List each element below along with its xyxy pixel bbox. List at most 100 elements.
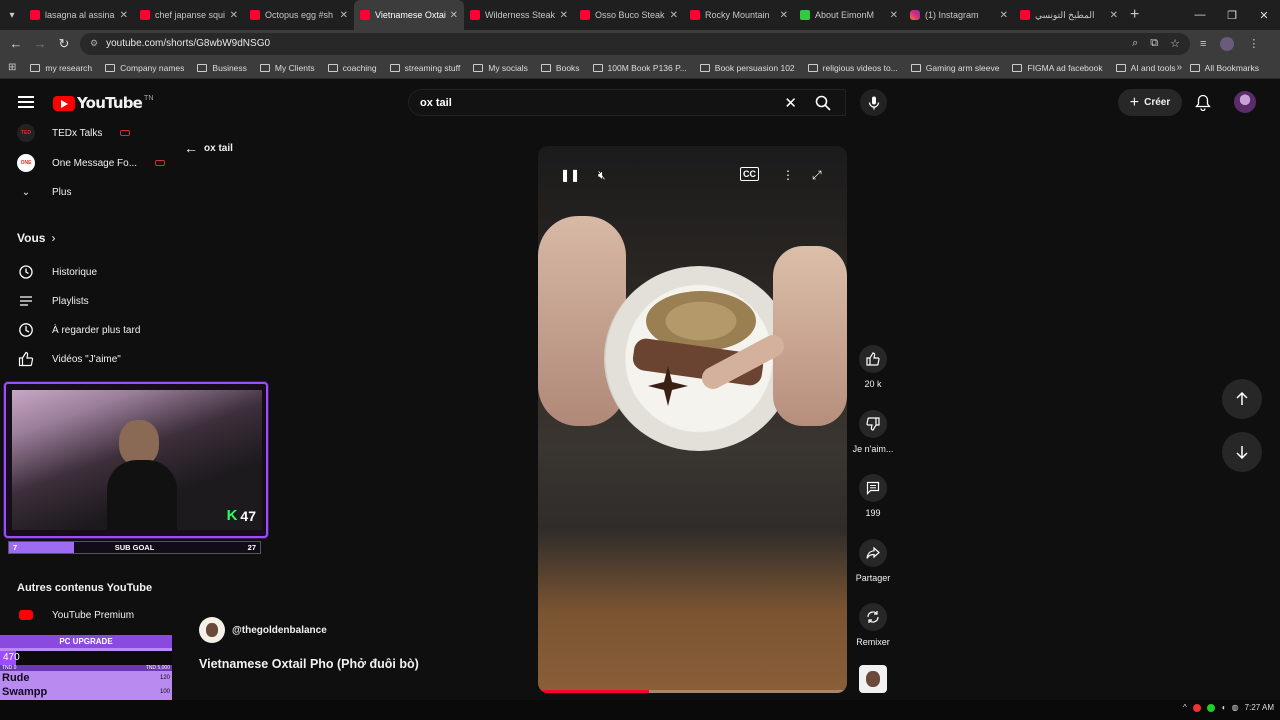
sidebar-you-heading[interactable]: Vous › bbox=[17, 231, 55, 245]
bookmark-folder[interactable]: FIGMA ad facebook bbox=[1012, 63, 1103, 73]
browser-tab[interactable]: lasagna al assina ✕ bbox=[24, 0, 134, 30]
bookmark-folder[interactable]: Gaming arm sleeve bbox=[910, 63, 999, 73]
browser-tab[interactable]: chef japanse squi ✕ bbox=[134, 0, 244, 30]
search-button[interactable] bbox=[808, 89, 838, 116]
browser-tab[interactable]: Vietnamese Oxtai ✕ bbox=[354, 0, 464, 30]
minimize-button[interactable]: — bbox=[1184, 0, 1216, 30]
maximize-button[interactable]: ❐ bbox=[1216, 0, 1248, 30]
omnibox[interactable]: ⚙ youtube.com/shorts/G8wbW9dNSG0 ⌕ ⧉ ☆ bbox=[80, 32, 1190, 55]
dislike-button[interactable]: Je n'aim... bbox=[850, 410, 896, 454]
bookmark-label: My socials bbox=[488, 62, 528, 73]
clear-search-icon[interactable]: ✕ bbox=[784, 94, 797, 112]
menu-kebab-icon[interactable]: ⋮ bbox=[1248, 37, 1259, 50]
fullscreen-icon[interactable]: ⤢ bbox=[812, 168, 822, 183]
new-tab-button[interactable]: + bbox=[1130, 6, 1139, 24]
bookmark-folder[interactable]: 100M Book P136 P... bbox=[592, 63, 687, 73]
browser-tab[interactable]: (1) Instagram ✕ bbox=[904, 0, 1014, 30]
all-bookmarks-folder[interactable]: All Bookmarks bbox=[1189, 63, 1259, 73]
browser-tab[interactable]: Osso Buco Steak ✕ bbox=[574, 0, 684, 30]
bookmark-folder[interactable]: my research bbox=[30, 63, 92, 73]
back-to-search-button[interactable]: ← ox tail bbox=[184, 140, 233, 156]
browser-tab[interactable]: Octopus egg #sh ✕ bbox=[244, 0, 354, 30]
network-icon[interactable]: ◍ bbox=[1232, 703, 1239, 712]
back-button[interactable]: ← bbox=[4, 36, 28, 51]
muted-volume-icon[interactable]: 🔇︎ bbox=[598, 168, 606, 183]
zoom-icon[interactable]: ⌕ bbox=[1132, 37, 1138, 50]
forward-button[interactable]: → bbox=[28, 36, 52, 51]
apps-grid-icon[interactable]: ⊞ bbox=[8, 62, 16, 73]
site-info-icon[interactable]: ⚙ bbox=[90, 38, 98, 49]
captions-icon[interactable]: CC bbox=[740, 167, 759, 181]
close-tab-icon[interactable]: ✕ bbox=[1110, 10, 1118, 21]
close-tab-icon[interactable]: ✕ bbox=[450, 10, 458, 21]
volume-icon[interactable]: ◖ bbox=[1221, 703, 1226, 712]
video-progress-bar[interactable] bbox=[538, 690, 847, 693]
shorts-video-player[interactable]: ❚❚ 🔇︎ CC ⋮ ⤢ bbox=[538, 146, 847, 693]
bookmark-label: Book persuasion 102 bbox=[714, 62, 795, 73]
sidebar-channel-tedx[interactable]: TED TEDx Talks bbox=[17, 122, 131, 144]
close-tab-icon[interactable]: ✕ bbox=[230, 10, 238, 21]
like-button[interactable]: 20 k bbox=[850, 345, 896, 389]
sidebar-show-more[interactable]: ⌄ Plus bbox=[17, 181, 72, 203]
browser-tab[interactable]: المطبخ التونسي ✕ bbox=[1014, 0, 1124, 30]
tray-chevron-icon[interactable]: ^ bbox=[1183, 703, 1187, 712]
bookmark-folder[interactable]: Book persuasion 102 bbox=[699, 62, 795, 73]
more-options-icon[interactable]: ⋮ bbox=[782, 168, 794, 182]
browser-tab[interactable]: About EimonM ✕ bbox=[794, 0, 904, 30]
close-tab-icon[interactable]: ✕ bbox=[780, 10, 788, 21]
browser-tab[interactable]: Wilderness Steak ✕ bbox=[464, 0, 574, 30]
bookmark-folder[interactable]: My Clients bbox=[259, 63, 315, 73]
pause-icon[interactable]: ❚❚ bbox=[560, 168, 580, 182]
bookmark-list: my research Company names Business My Clien… bbox=[30, 63, 1188, 73]
bookmark-label: Business bbox=[212, 62, 247, 73]
browser-tab[interactable]: Rocky Mountain ✕ bbox=[684, 0, 794, 30]
install-app-icon[interactable]: ⧉ bbox=[1150, 37, 1158, 50]
bookmark-star-icon[interactable]: ☆ bbox=[1170, 37, 1180, 50]
bookmark-folder[interactable]: My socials bbox=[473, 63, 528, 73]
close-tab-icon[interactable]: ✕ bbox=[560, 10, 568, 21]
sidebar-item-playlists[interactable]: Playlists bbox=[17, 290, 89, 312]
close-tab-icon[interactable]: ✕ bbox=[670, 10, 678, 21]
media-controls-icon[interactable]: ≡ bbox=[1200, 38, 1206, 50]
close-window-button[interactable]: ✕ bbox=[1248, 0, 1280, 30]
tray-app-icon[interactable] bbox=[1192, 703, 1201, 712]
previous-short-button[interactable] bbox=[1222, 379, 1262, 419]
bookmark-folder[interactable]: religious videos to... bbox=[807, 63, 898, 73]
create-button[interactable]: + Créer bbox=[1118, 89, 1182, 116]
close-tab-icon[interactable]: ✕ bbox=[890, 10, 898, 21]
profile-avatar[interactable] bbox=[1220, 36, 1235, 51]
bookmark-folder[interactable]: Business bbox=[197, 63, 247, 73]
bookmark-folder[interactable]: streaming stuff bbox=[389, 63, 460, 73]
channel-link[interactable]: @thegoldenbalance bbox=[199, 617, 327, 643]
bookmark-folder[interactable]: Books bbox=[540, 63, 580, 73]
sidebar-channel-one[interactable]: ONE One Message Fo... bbox=[17, 152, 166, 174]
sound-source-thumbnail[interactable] bbox=[859, 665, 887, 693]
sidebar-item-label: Vidéos "J'aime" bbox=[52, 353, 121, 365]
voice-search-button[interactable] bbox=[860, 89, 887, 116]
reload-button[interactable]: ↻ bbox=[52, 36, 76, 52]
sidebar-item-premium[interactable]: YouTube Premium bbox=[17, 604, 134, 626]
youtube-logo[interactable]: YouTube TN bbox=[53, 94, 153, 112]
sidebar-item-history[interactable]: Historique bbox=[17, 261, 97, 283]
tab-search-dropdown[interactable]: ▾ bbox=[0, 0, 24, 30]
next-short-button[interactable] bbox=[1222, 432, 1262, 472]
remix-button[interactable]: Remixer bbox=[850, 603, 896, 647]
folder-icon bbox=[1012, 63, 1023, 72]
close-tab-icon[interactable]: ✕ bbox=[120, 10, 128, 21]
share-button[interactable]: Partager bbox=[850, 539, 896, 583]
folder-icon bbox=[910, 63, 921, 72]
sidebar-item-liked-videos[interactable]: Vidéos "J'aime" bbox=[17, 348, 121, 370]
tray-app-icon[interactable] bbox=[1206, 703, 1215, 712]
search-input[interactable]: ox tail ✕ bbox=[408, 89, 846, 116]
sidebar-item-watch-later[interactable]: À regarder plus tard bbox=[17, 319, 140, 341]
account-avatar[interactable] bbox=[1234, 91, 1256, 113]
close-tab-icon[interactable]: ✕ bbox=[1000, 10, 1008, 21]
bookmark-folder[interactable]: AI and tools bbox=[1115, 63, 1176, 73]
comments-button[interactable]: 199 bbox=[850, 474, 896, 518]
notifications-bell-icon[interactable] bbox=[1195, 94, 1211, 116]
bookmark-folder[interactable]: coaching bbox=[327, 63, 377, 73]
bookmark-folder[interactable]: Company names bbox=[105, 63, 184, 73]
guide-menu-icon[interactable] bbox=[18, 96, 34, 111]
bookmarks-overflow-icon[interactable]: » bbox=[1176, 62, 1182, 73]
close-tab-icon[interactable]: ✕ bbox=[340, 10, 348, 21]
